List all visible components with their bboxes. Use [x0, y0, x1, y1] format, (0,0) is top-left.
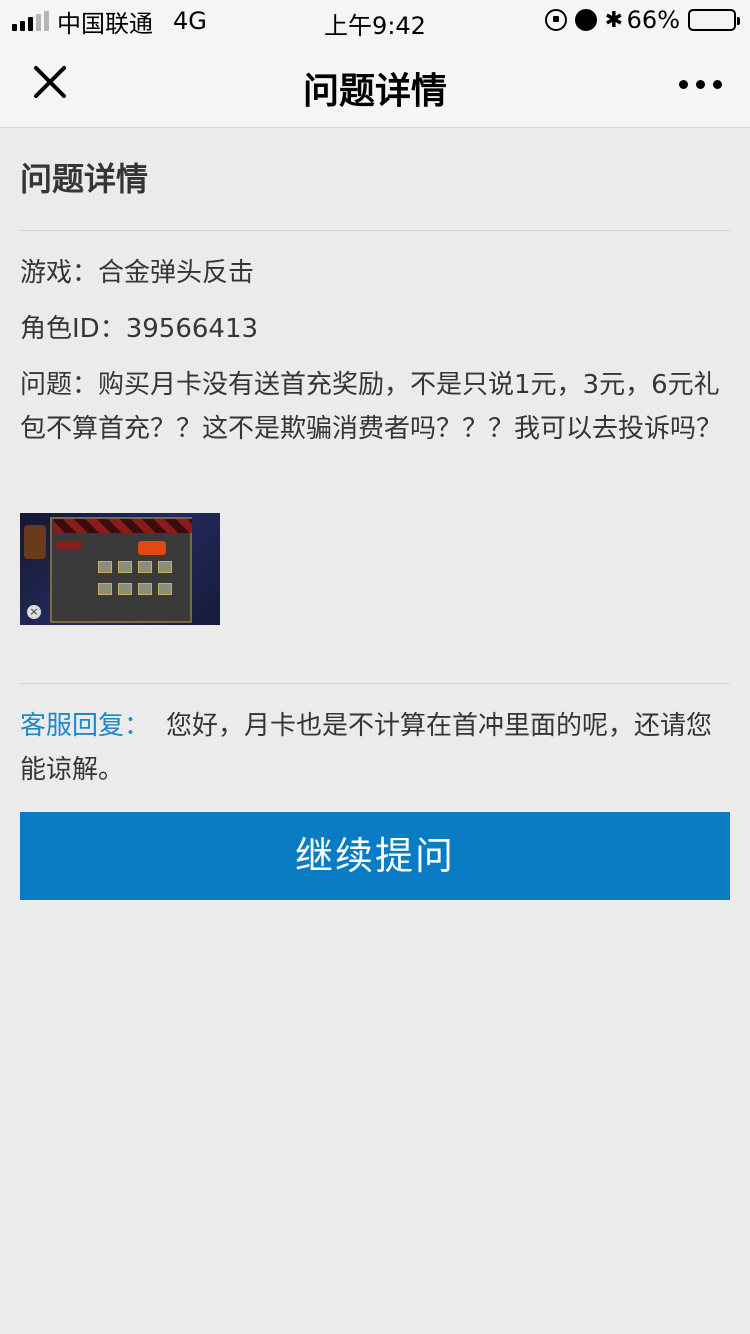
bluetooth-icon: ✱: [604, 7, 624, 33]
service-reply: 客服回复： 您好，月卡也是不计算在首冲里面的呢，还请您能谅解。: [20, 704, 730, 792]
question-row: 问题：购买月卡没有送首充奖励，不是只说1元，3元，6元礼包不算首充？？这不是欺骗…: [20, 363, 730, 451]
item-icon: [138, 583, 152, 595]
rotation-lock-icon: [544, 9, 567, 31]
question-text: 购买月卡没有送首充奖励，不是只说1元，3元，6元礼包不算首充？？这不是欺骗消费者…: [20, 370, 723, 444]
item-icon: [98, 583, 112, 595]
status-right: ✱ 66%: [544, 6, 740, 34]
character-image: [24, 525, 46, 559]
status-bar: 中国联通 4G 上午9:42 ✱ 66%: [0, 0, 750, 40]
detail-content: 问题详情 游戏：合金弹头反击 角色ID：39566413 问题：购买月卡没有送首…: [20, 128, 730, 900]
item-icon: [98, 561, 112, 573]
game-screenshot-thumbnail[interactable]: ×: [20, 513, 220, 625]
item-icon: [158, 561, 172, 573]
role-value: 39566413: [125, 314, 259, 344]
section-title: 问题详情: [20, 160, 149, 198]
nav-title: 问题详情: [302, 71, 447, 112]
role-row: 角色ID：39566413: [20, 307, 730, 351]
alarm-icon: [574, 9, 597, 31]
reply-label: 客服回复：: [20, 711, 151, 741]
close-icon: ×: [27, 605, 41, 619]
game-label: 游戏：: [20, 258, 99, 288]
battery-percent: 66%: [626, 6, 680, 34]
item-icon: [118, 561, 132, 573]
game-banner: [54, 519, 192, 533]
more-icon[interactable]: [679, 80, 722, 89]
game-value: 合金弹头反击: [98, 258, 255, 288]
game-row: 游戏：合金弹头反击: [20, 251, 730, 295]
game-tab: [56, 541, 82, 549]
item-icon: [118, 583, 132, 595]
divider: [20, 230, 730, 231]
nav-bar: 问题详情: [0, 40, 750, 128]
item-icon: [138, 561, 152, 573]
continue-ask-button[interactable]: 继续提问: [20, 812, 730, 900]
battery-icon: [688, 9, 740, 31]
role-label: 角色ID：: [20, 314, 126, 344]
divider: [20, 683, 730, 684]
question-label: 问题：: [20, 370, 99, 400]
item-icon: [158, 583, 172, 595]
game-badge: [138, 541, 166, 555]
